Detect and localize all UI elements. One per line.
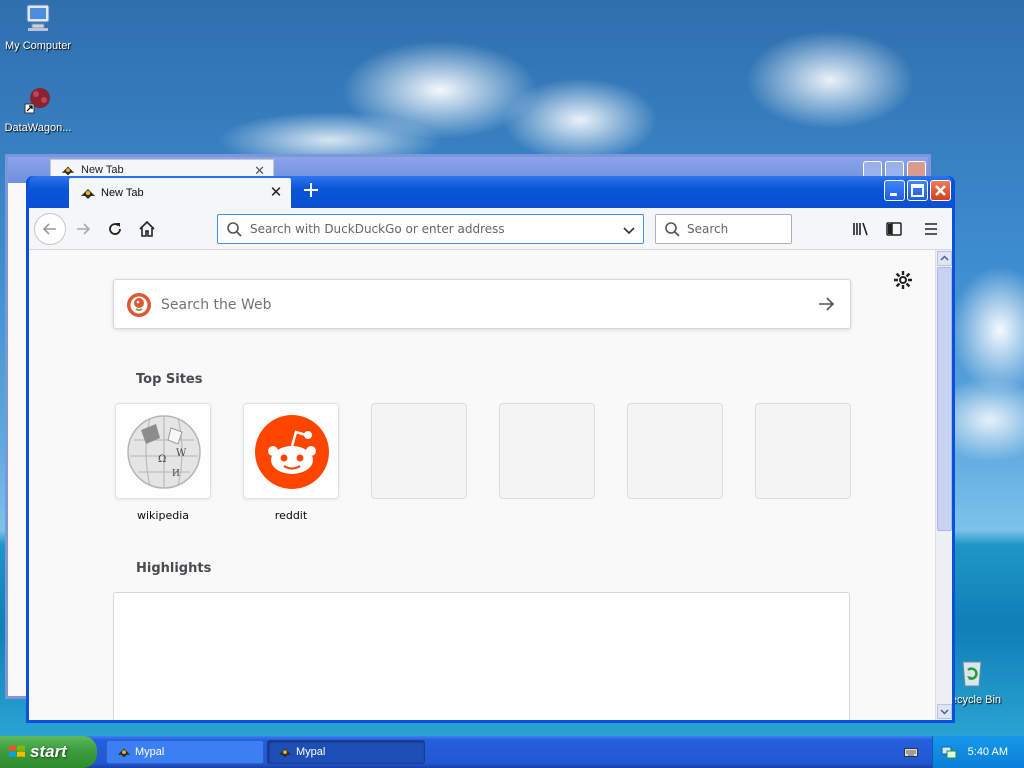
search-icon: [227, 222, 242, 237]
close-button[interactable]: [930, 180, 951, 201]
top-site-tile-empty[interactable]: [627, 403, 723, 499]
plus-icon: [304, 183, 318, 197]
hamburger-menu-icon: [925, 223, 937, 235]
reload-icon: [109, 223, 121, 235]
chevron-down-icon[interactable]: [621, 222, 637, 238]
wikipedia-globe-icon: Ω W И: [127, 415, 201, 489]
new-tab-page: Top Sites Ω W И wikipedia: [29, 250, 952, 720]
tab-close-icon[interactable]: ✕: [267, 184, 285, 202]
svg-text:Ω: Ω: [158, 454, 166, 465]
new-tab-button[interactable]: [299, 180, 323, 204]
back-button[interactable]: [34, 213, 66, 245]
taskbar: start Mypal Mypal 5:40 AM: [0, 736, 1024, 768]
start-button[interactable]: start: [0, 736, 97, 768]
home-icon: [139, 220, 155, 237]
search-icon: [665, 222, 680, 237]
taskbar-button-mypal[interactable]: Mypal: [106, 740, 264, 764]
browser-window: New Tab ✕ Search with DuckDuckGo or ente…: [26, 176, 955, 723]
library-icon: [853, 222, 868, 236]
forward-button[interactable]: [67, 213, 99, 245]
svg-text:И: И: [172, 469, 180, 479]
start-label: start: [30, 742, 67, 761]
top-site-tile-wikipedia[interactable]: Ω W И: [115, 403, 211, 499]
highlights-title: Highlights: [136, 561, 212, 576]
chevron-down-icon: [940, 709, 949, 715]
chevron-up-icon: [940, 255, 949, 261]
top-site-tile-empty[interactable]: [499, 403, 595, 499]
search-bar[interactable]: [655, 214, 792, 244]
gear-icon[interactable]: [893, 270, 913, 290]
arrow-right-icon[interactable]: [816, 294, 836, 314]
windows-logo-icon: [9, 745, 25, 757]
scrollbar-thumb[interactable]: [937, 267, 952, 531]
home-button[interactable]: [131, 213, 163, 245]
mypal-favicon-icon: [117, 748, 131, 758]
top-site-tile-empty[interactable]: [755, 403, 851, 499]
maximize-icon: [911, 184, 924, 197]
desktop-icon-label: My Computer: [4, 40, 72, 52]
background-tab-title: New Tab: [81, 164, 124, 176]
url-input[interactable]: [250, 220, 610, 238]
reddit-alien-icon: [255, 415, 329, 489]
minimize-button[interactable]: [884, 180, 905, 201]
tab-new-tab[interactable]: New Tab ✕: [69, 178, 291, 208]
search-input[interactable]: [687, 220, 785, 238]
taskbar-button-label: Mypal: [296, 746, 326, 758]
highlights-panel: [113, 592, 850, 720]
keyboard-icon[interactable]: [904, 746, 918, 758]
top-site-tile-reddit[interactable]: [243, 403, 339, 499]
url-bar[interactable]: [217, 214, 644, 244]
arrow-left-icon: [42, 223, 56, 235]
web-search-input[interactable]: [161, 295, 801, 315]
top-sites-title: Top Sites: [136, 372, 203, 387]
library-button[interactable]: [849, 217, 873, 241]
web-search-box[interactable]: [113, 279, 851, 329]
network-icon[interactable]: [941, 744, 957, 760]
sidebar-button[interactable]: [882, 217, 906, 241]
duckduckgo-logo-icon: [127, 293, 151, 317]
taskbar-button-mypal-active[interactable]: Mypal: [267, 740, 425, 764]
mypal-favicon-icon: [278, 748, 292, 758]
sidebar-icon: [886, 222, 902, 236]
top-site-tile-empty[interactable]: [371, 403, 467, 499]
window-titlebar[interactable]: New Tab ✕: [29, 176, 952, 208]
menu-button[interactable]: [919, 217, 943, 241]
svg-text:W: W: [176, 448, 187, 459]
clock[interactable]: 5:40 AM: [968, 746, 1008, 758]
maximize-button[interactable]: [907, 180, 928, 201]
scroll-up-button[interactable]: [937, 251, 952, 266]
my-computer-icon: [26, 4, 50, 31]
system-tray: 5:40 AM: [932, 736, 1024, 768]
navigation-toolbar: [29, 208, 952, 250]
desktop-icon-datawagon[interactable]: DataWagon...: [0, 84, 76, 134]
datawagon-icon: [24, 88, 50, 114]
minimize-icon: [890, 193, 897, 196]
mypal-favicon-icon: [81, 189, 95, 199]
tab-title: New Tab: [101, 187, 144, 199]
desktop-icon-my-computer[interactable]: My Computer: [0, 2, 76, 52]
vertical-scrollbar[interactable]: [935, 250, 952, 720]
scroll-down-button[interactable]: [937, 704, 952, 719]
taskbar-button-label: Mypal: [135, 746, 165, 758]
desktop-icon-label: DataWagon...: [4, 122, 72, 134]
reload-button[interactable]: [99, 213, 131, 245]
top-site-label: wikipedia: [136, 509, 189, 522]
close-icon: [935, 185, 946, 196]
arrow-right-icon: [77, 223, 91, 235]
top-site-label: reddit: [274, 509, 308, 522]
recycle-bin-icon: [962, 661, 982, 687]
